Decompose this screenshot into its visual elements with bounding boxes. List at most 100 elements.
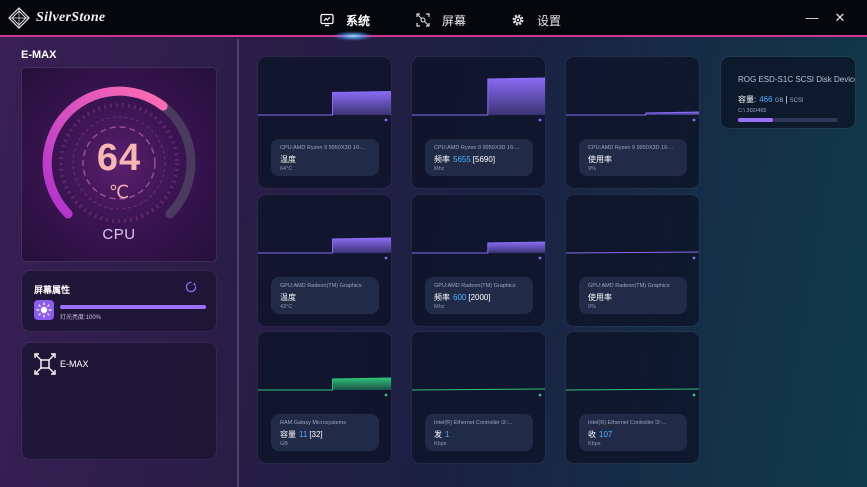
metric-label: 频率: [434, 293, 450, 302]
sensor-source: CPU:AMD Ryzen 9 9950X3D 16-...: [588, 145, 674, 151]
device-title: E-MAX: [21, 49, 57, 61]
tab-system[interactable]: 系统: [320, 11, 370, 29]
device-list-item[interactable]: E-MAX: [60, 359, 89, 369]
graph-marker: [384, 256, 388, 260]
sensor-unit: 64°C: [280, 166, 293, 172]
sensor-card-ram[interactable]: RAM:Galaxy Microsystems 容量 11 [32] GB: [258, 332, 391, 463]
metric-label: 使用率: [588, 293, 612, 302]
sensor-card-cpu-temp[interactable]: CPU:AMD Ryzen 9 9950X3D 16-... 温度 64°C: [258, 57, 391, 188]
sensor-unit: 9%: [588, 166, 596, 172]
sensor-info: GPU:AMD Radeon(TM) Graphics 频率 600 [2000] …: [425, 277, 533, 314]
sensor-metric: 温度: [280, 154, 301, 165]
sensor-unit: Kbps: [434, 441, 447, 447]
ram-graph: [258, 377, 391, 397]
screen-crop-icon: [416, 13, 430, 27]
device-list-panel: E-MAX: [22, 343, 216, 459]
brand-logo: SilverStone: [8, 6, 105, 30]
graph-area: [332, 238, 391, 253]
metric-max: [2000]: [468, 293, 491, 302]
metric-label: 使用率: [588, 155, 612, 164]
disk-capacity-unit: GB: [774, 98, 784, 104]
sensor-metric: 容量 11 [32]: [280, 429, 323, 440]
sensor-card-gpu-temp[interactable]: GPU:AMD Radeon(TM) Graphics 温度 43°C: [258, 195, 391, 326]
graph-marker: [692, 118, 696, 122]
sensor-metric: 频率 600 [2000]: [434, 292, 491, 303]
sensor-card-cpu-freq[interactable]: CPU:AMD Ryzen 9 9950X3D 16-... 频率 5655 [56…: [412, 57, 545, 188]
sensor-unit: Mhz: [434, 166, 445, 172]
sensor-source: GPU:AMD Radeon(TM) Graphics: [434, 283, 516, 289]
sensor-metric: 使用率: [588, 154, 617, 165]
metric-max: [32]: [309, 430, 323, 439]
sensor-source: CPU:AMD Ryzen 9 9950X3D 16-...: [434, 145, 520, 151]
cpu-usage-graph: [566, 111, 699, 122]
tab-settings[interactable]: 设置: [511, 11, 561, 29]
sensor-info: CPU:AMD Ryzen 9 9950X3D 16-... 使用率 9%: [579, 139, 687, 176]
disk-name: ROG ESD-S1C SCSI Disk Device: [738, 75, 855, 84]
cpu-temperature-gauge[interactable]: 64 ℃ CPU: [22, 68, 216, 261]
device-icon: [34, 353, 56, 375]
graph-marker: [538, 393, 542, 397]
graph-area: [487, 78, 545, 115]
tab-system-label: 系统: [346, 13, 371, 28]
close-button[interactable]: ✕: [832, 10, 848, 26]
disk-separator: |: [785, 95, 788, 104]
tab-screen-label: 屏幕: [442, 13, 467, 28]
title-bar: SilverStone 系统 屏幕 设置 — ✕: [0, 0, 867, 41]
left-panel-divider: [237, 39, 239, 487]
graph-marker: [692, 256, 696, 260]
sensor-source: GPU:AMD Radeon(TM) Graphics: [280, 283, 362, 289]
graph-area: [332, 378, 391, 390]
gear-icon: [512, 14, 524, 26]
brightness-icon: [34, 300, 54, 320]
disk-capacity-value: 466: [759, 95, 773, 104]
net-send-graph: [412, 388, 545, 397]
sensor-card-gpu-freq[interactable]: GPU:AMD Radeon(TM) Graphics 频率 600 [2000] …: [412, 195, 545, 326]
refresh-icon[interactable]: [185, 281, 197, 293]
disk-card[interactable]: ROG ESD-S1C SCSI Disk Device 容量: 466 GB | S…: [721, 57, 855, 128]
disk-capacity: 容量: 466 GB | SCSI: [738, 94, 804, 105]
graph-marker: [538, 256, 542, 260]
graph-area: [487, 242, 545, 253]
tab-screen[interactable]: 屏幕: [416, 11, 466, 29]
sensor-card-cpu-usage[interactable]: CPU:AMD Ryzen 9 9950X3D 16-... 使用率 9%: [566, 57, 699, 188]
metric-label: 温度: [280, 293, 296, 302]
brand-name: SilverStone: [36, 10, 106, 25]
metric-label: 温度: [280, 155, 296, 164]
graph-line: [566, 388, 699, 391]
metric-value: 5655: [453, 155, 471, 164]
disk-partition: C:\ 302/465: [738, 108, 767, 114]
sensor-metric: 使用率: [588, 292, 617, 303]
screen-attributes-panel: 屏幕属性 灯光亮度:100%: [22, 271, 216, 331]
sensor-info: Intel(R) Ethernet Controller I2-... 发1 K…: [425, 414, 533, 451]
sensor-metric: 温度: [280, 292, 301, 303]
disk-usage-bar: [738, 118, 838, 122]
sensor-unit: 43°C: [280, 304, 293, 310]
gauge-unit: ℃: [108, 182, 130, 202]
minimize-button[interactable]: —: [804, 10, 820, 26]
screen-attributes-title: 屏幕属性: [34, 285, 71, 295]
sensor-source: CPU:AMD Ryzen 9 9950X3D 16-...: [280, 145, 366, 151]
sensor-info: RAM:Galaxy Microsystems 容量 11 [32] GB: [271, 414, 379, 451]
metric-value: 600: [453, 293, 467, 302]
sensor-source: Intel(R) Ethernet Controller I2-...: [588, 420, 667, 426]
cpu-freq-graph: [412, 77, 545, 122]
graph-marker: [384, 118, 388, 122]
tab-settings-label: 设置: [537, 13, 562, 28]
sensor-unit: Kbps: [588, 441, 601, 447]
sensor-info: Intel(R) Ethernet Controller I2-... 收 107…: [579, 414, 687, 451]
graph-line: [566, 251, 699, 254]
sensor-card-gpu-usage[interactable]: GPU:AMD Radeon(TM) Graphics 使用率 0%: [566, 195, 699, 326]
brightness-slider[interactable]: [60, 305, 206, 309]
gpu-usage-graph: [566, 251, 699, 260]
sensor-card-net-recv[interactable]: Intel(R) Ethernet Controller I2-... 收 107…: [566, 332, 699, 463]
gauge-label: CPU: [102, 226, 136, 243]
sensor-source: Intel(R) Ethernet Controller I2-...: [434, 420, 513, 426]
gpu-freq-graph: [412, 241, 545, 260]
disk-type: SCSI: [789, 98, 804, 104]
gpu-temp-graph: [258, 237, 391, 260]
net-recv-graph: [566, 388, 699, 397]
sensor-unit: Mhz: [434, 304, 445, 310]
sensor-info: GPU:AMD Radeon(TM) Graphics 使用率 0%: [579, 277, 687, 314]
metric-value: 1: [445, 430, 450, 439]
sensor-card-net-send[interactable]: Intel(R) Ethernet Controller I2-... 发1 K…: [412, 332, 545, 463]
